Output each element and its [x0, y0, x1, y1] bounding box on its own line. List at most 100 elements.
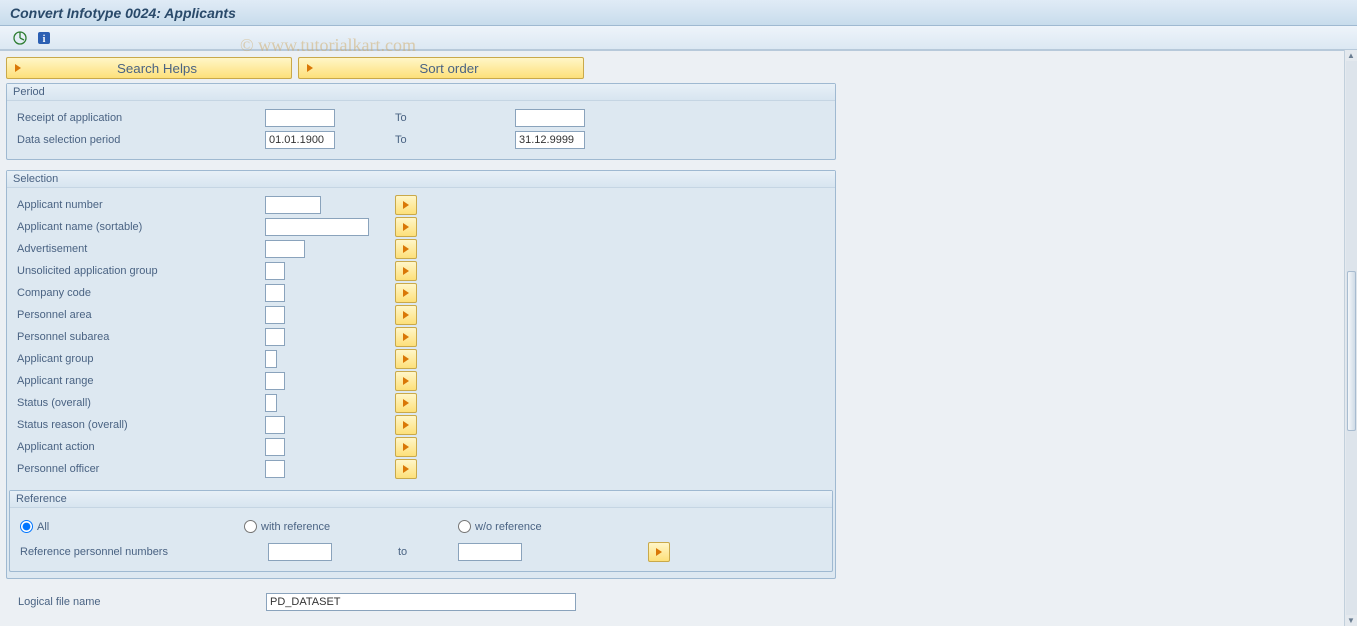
scroll-down-icon[interactable]: ▼: [1346, 615, 1357, 626]
selection-row: Personnel officer: [15, 458, 827, 480]
svg-text:i: i: [43, 34, 46, 45]
selection-row: Applicant group: [15, 348, 827, 370]
selection-row: Applicant number: [15, 194, 827, 216]
selection-label: Applicant group: [15, 353, 265, 365]
radio-with-input[interactable]: [244, 520, 257, 533]
ref-to-label: to: [398, 546, 458, 558]
multiple-selection-button[interactable]: [395, 437, 417, 457]
dsp-from-input[interactable]: [265, 131, 335, 149]
multiple-selection-button[interactable]: [395, 459, 417, 479]
vertical-scrollbar[interactable]: ▲ ▼: [1344, 50, 1357, 626]
ref-pernr-row: Reference personnel numbers to: [18, 541, 824, 563]
content-area: Search Helps Sort order Period Receipt o…: [0, 50, 1344, 626]
info-icon[interactable]: i: [34, 29, 54, 47]
multiple-selection-button[interactable]: [395, 327, 417, 347]
selection-input[interactable]: [265, 328, 285, 346]
radio-all[interactable]: All: [20, 520, 240, 533]
to-label: To: [395, 112, 515, 124]
selection-label: Company code: [15, 287, 265, 299]
arrow-right-icon: [303, 61, 317, 75]
logical-file-label: Logical file name: [16, 596, 266, 608]
selection-input[interactable]: [265, 416, 285, 434]
ref-pernr-to-input[interactable]: [458, 543, 522, 561]
selection-input[interactable]: [265, 306, 285, 324]
reference-legend: Reference: [10, 491, 832, 508]
radio-with-label: with reference: [261, 521, 330, 533]
selection-label: Applicant range: [15, 375, 265, 387]
page-title: Convert Infotype 0024: Applicants: [10, 5, 236, 21]
selection-label: Personnel subarea: [15, 331, 265, 343]
selection-label: Applicant action: [15, 441, 265, 453]
selection-input[interactable]: [265, 262, 285, 280]
sort-order-label: Sort order: [323, 61, 573, 76]
dsp-to-input[interactable]: [515, 131, 585, 149]
radio-with[interactable]: with reference: [244, 520, 454, 533]
dsp-row: Data selection period To: [15, 129, 827, 151]
multiple-selection-button[interactable]: [395, 305, 417, 325]
reference-radio-row: All with reference w/o reference: [20, 520, 824, 533]
reference-group: Reference All with reference: [9, 490, 833, 572]
selection-row: Applicant range: [15, 370, 827, 392]
search-helps-label: Search Helps: [31, 61, 281, 76]
selection-group: Selection Applicant number Applicant name…: [6, 170, 836, 579]
selection-input[interactable]: [265, 350, 277, 368]
selection-input[interactable]: [265, 218, 369, 236]
selection-input[interactable]: [265, 460, 285, 478]
radio-wo-label: w/o reference: [475, 521, 542, 533]
scroll-thumb[interactable]: [1347, 271, 1356, 431]
period-group: Period Receipt of application To Data se…: [6, 83, 836, 160]
execute-icon[interactable]: [10, 29, 30, 47]
multiple-selection-button[interactable]: [395, 371, 417, 391]
selection-input[interactable]: [265, 438, 285, 456]
multiple-selection-button[interactable]: [395, 217, 417, 237]
search-helps-button[interactable]: Search Helps: [6, 57, 292, 79]
selection-input[interactable]: [265, 240, 305, 258]
radio-all-input[interactable]: [20, 520, 33, 533]
selection-row: Personnel subarea: [15, 326, 827, 348]
selection-input[interactable]: [265, 196, 321, 214]
selection-label: Unsolicited application group: [15, 265, 265, 277]
selection-input[interactable]: [265, 284, 285, 302]
multiple-selection-button[interactable]: [395, 239, 417, 259]
button-row: Search Helps Sort order: [6, 57, 1338, 79]
radio-wo-input[interactable]: [458, 520, 471, 533]
selection-label: Advertisement: [15, 243, 265, 255]
title-bar: Convert Infotype 0024: Applicants: [0, 0, 1357, 26]
app-toolbar: i: [0, 26, 1357, 50]
logical-file-row: Logical file name: [6, 589, 1338, 611]
selection-row: Status reason (overall): [15, 414, 827, 436]
multiple-selection-button[interactable]: [395, 261, 417, 281]
selection-row: Status (overall): [15, 392, 827, 414]
selection-row: Unsolicited application group: [15, 260, 827, 282]
receipt-to-input[interactable]: [515, 109, 585, 127]
selection-label: Personnel officer: [15, 463, 265, 475]
multiple-selection-button[interactable]: [395, 195, 417, 215]
ref-pernr-more-button[interactable]: [648, 542, 670, 562]
selection-row: Personnel area: [15, 304, 827, 326]
multiple-selection-button[interactable]: [395, 283, 417, 303]
ref-pernr-label: Reference personnel numbers: [18, 546, 268, 558]
selection-label: Status reason (overall): [15, 419, 265, 431]
period-legend: Period: [7, 84, 835, 101]
selection-label: Applicant number: [15, 199, 265, 211]
selection-input[interactable]: [265, 372, 285, 390]
selection-row: Applicant action: [15, 436, 827, 458]
selection-legend: Selection: [7, 171, 835, 188]
scroll-track[interactable]: [1346, 61, 1357, 615]
selection-label: Applicant name (sortable): [15, 221, 265, 233]
receipt-row: Receipt of application To: [15, 107, 827, 129]
selection-row: Company code: [15, 282, 827, 304]
scroll-up-icon[interactable]: ▲: [1346, 50, 1357, 61]
multiple-selection-button[interactable]: [395, 393, 417, 413]
selection-row: Advertisement: [15, 238, 827, 260]
selection-label: Status (overall): [15, 397, 265, 409]
receipt-from-input[interactable]: [265, 109, 335, 127]
selection-input[interactable]: [265, 394, 277, 412]
sort-order-button[interactable]: Sort order: [298, 57, 584, 79]
ref-pernr-from-input[interactable]: [268, 543, 332, 561]
arrow-right-icon: [11, 61, 25, 75]
radio-wo[interactable]: w/o reference: [458, 520, 542, 533]
multiple-selection-button[interactable]: [395, 415, 417, 435]
logical-file-input[interactable]: [266, 593, 576, 611]
multiple-selection-button[interactable]: [395, 349, 417, 369]
